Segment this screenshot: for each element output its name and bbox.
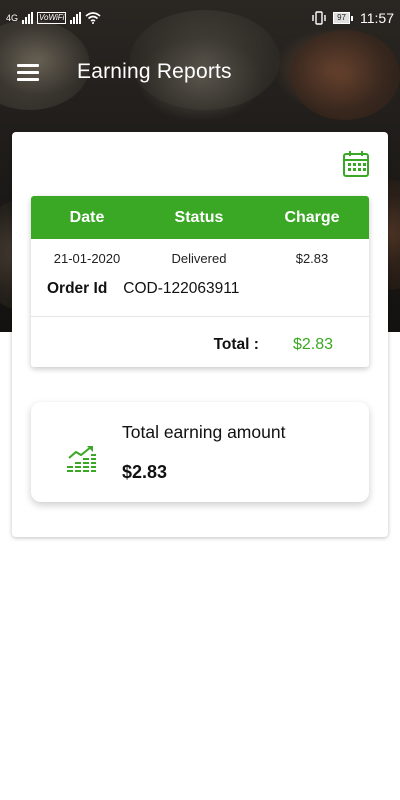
row-charge: $2.83 — [295, 250, 329, 266]
row-date: 21-01-2020 — [53, 250, 121, 266]
order-id-value: COD-122063911 — [123, 280, 240, 297]
status-bar: 4G VoWiFi 97 11:57 — [0, 0, 400, 36]
volte-badge: VoWiFi — [37, 12, 67, 24]
network-type: 4G — [6, 13, 19, 23]
table-row[interactable]: 21-01-2020 Delivered $2.83 Order Id COD-… — [31, 239, 369, 301]
total-row: Total : $2.83 — [31, 317, 369, 367]
signal-icon — [22, 12, 34, 24]
row-status: Delivered — [171, 250, 227, 266]
clock: 11:57 — [360, 10, 394, 26]
column-header-date: Date — [69, 208, 105, 226]
page-title: Earning Reports — [77, 60, 232, 83]
app-bar: Earning Reports — [0, 50, 400, 94]
signal-2-icon — [70, 12, 82, 24]
wifi-icon — [85, 12, 101, 24]
battery-icon: 97 — [333, 12, 353, 24]
column-header-status: Status — [174, 208, 224, 226]
total-earning-card: Total earning amount $2.83 — [31, 402, 369, 502]
calendar-icon[interactable] — [342, 150, 370, 178]
earning-report-card: Date Status Charge 21-01-2020 Delivered … — [12, 132, 388, 537]
total-earning-amount: $2.83 — [122, 462, 168, 482]
vibrate-icon — [312, 11, 326, 25]
total-earning-title: Total earning amount — [122, 422, 286, 442]
table-header: Date Status Charge — [31, 196, 369, 239]
total-label: Total : — [213, 336, 259, 353]
column-header-charge: Charge — [284, 208, 340, 226]
total-value: $2.83 — [292, 336, 333, 353]
hamburger-menu-icon[interactable] — [8, 52, 48, 92]
earnings-chart-icon — [67, 446, 96, 472]
report-table: Date Status Charge 21-01-2020 Delivered … — [31, 196, 369, 367]
order-id-label: Order Id — [47, 280, 108, 297]
